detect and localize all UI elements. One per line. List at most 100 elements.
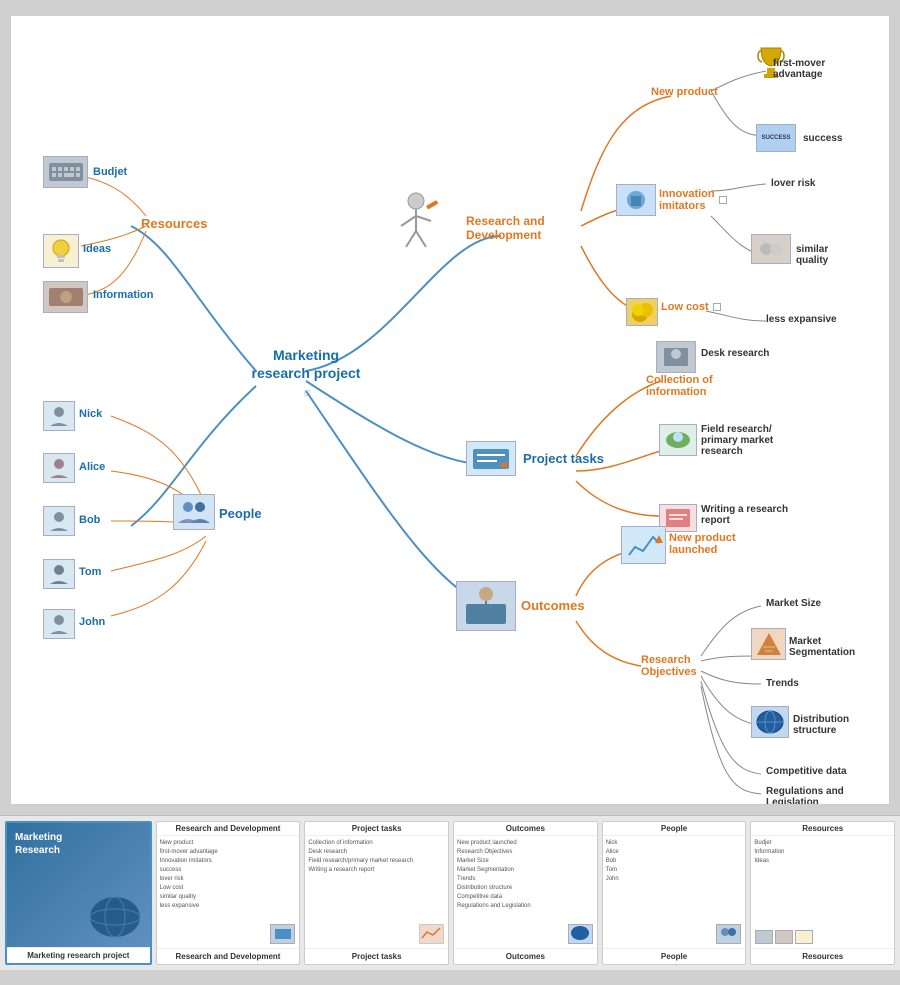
thumb6-footer: Resources [751, 948, 894, 964]
collection-node[interactable]: Collection ofinformation [646, 374, 713, 398]
thumb-card-3[interactable]: Project tasks Collection of information … [304, 821, 449, 965]
budjet-node[interactable]: Budjet [93, 166, 127, 178]
npl-label: New productlaunched [669, 532, 736, 556]
market-seg-image [751, 628, 786, 660]
success-image: SUCCESS [756, 124, 796, 152]
low-cost-node[interactable]: Low cost [661, 301, 721, 313]
first-mover-label: first-moveradvantage [773, 58, 825, 80]
trends-label: Trends [766, 678, 799, 689]
regulations-node[interactable]: Regulations and Legislation [766, 786, 889, 805]
thumb5-content: Nick Alice Bob Tom John [603, 836, 746, 948]
center-expand-icon: □ [305, 388, 310, 398]
mind-map-canvas: Marketing research project □ Research an… [10, 15, 890, 805]
john-label: John [79, 616, 105, 628]
first-mover-node[interactable]: first-moveradvantage [773, 58, 825, 80]
thumb6-content: Budjet Information Ideas [751, 836, 894, 948]
distribution-node[interactable]: Distributionstructure [793, 714, 849, 736]
less-expansive-label: less expansive [766, 314, 837, 325]
ideas-node[interactable]: Ideas [83, 243, 111, 255]
distribution-label: Distributionstructure [793, 714, 849, 736]
research-objectives-node[interactable]: ResearchObjectives [641, 654, 697, 678]
nick-label: Nick [79, 408, 102, 420]
people-label: People [219, 506, 262, 521]
thumb5-title: People [603, 822, 746, 836]
similar-quality-node[interactable]: similarquality [796, 244, 828, 266]
thumb2-content: New product first-mover advantage Innova… [157, 836, 300, 948]
thumb3-footer: Project tasks [305, 948, 448, 964]
thumb-card-5[interactable]: People Nick Alice Bob Tom John People [602, 821, 747, 965]
new-product-label: New product [651, 86, 718, 98]
success-node[interactable]: success [803, 133, 842, 144]
new-product-launched-node[interactable]: New productlaunched [669, 532, 736, 556]
tom-image [43, 559, 75, 589]
innovation-node[interactable]: Innovationimitators [659, 188, 727, 212]
new-product-node[interactable]: New product [651, 86, 718, 98]
information-node[interactable]: Information [93, 289, 154, 301]
less-expansive-node[interactable]: less expansive [766, 314, 837, 325]
field-research-image [659, 424, 697, 456]
similar-quality-label: similarquality [796, 244, 828, 266]
thumb5-footer: People [603, 948, 746, 964]
npl-image [621, 526, 666, 564]
outcomes-label: Outcomes [521, 598, 585, 613]
field-research-label: Field research/primary marketresearch [701, 424, 773, 457]
budjet-image [43, 156, 88, 188]
thumb-card-2[interactable]: Research and Development New product fir… [156, 821, 301, 965]
market-seg-node[interactable]: MarketSegmentation [789, 636, 855, 658]
project-tasks-label: Project tasks [523, 451, 604, 466]
thumb3-content: Collection of information Desk research … [305, 836, 448, 948]
rd-figure-image [391, 191, 441, 251]
thumb4-content: New product launched Research Objectives… [454, 836, 597, 948]
bob-label: Bob [79, 514, 100, 526]
project-tasks-node[interactable]: Project tasks [523, 451, 604, 466]
desk-research-node[interactable]: Desk research [701, 348, 769, 359]
alice-label: Alice [79, 461, 105, 473]
rd-node[interactable]: Research andDevelopment [466, 214, 545, 242]
thumb3-title: Project tasks [305, 822, 448, 836]
bob-node[interactable]: Bob [79, 514, 100, 526]
innovation-label: Innovationimitators [659, 188, 715, 212]
alice-node[interactable]: Alice [79, 461, 105, 473]
thumb-card-4[interactable]: Outcomes New product launched Research O… [453, 821, 598, 965]
regulations-label: Regulations and Legislation [766, 786, 889, 805]
thumb-card-1[interactable]: MarketingResearch Marketing research pro… [5, 821, 152, 965]
competitive-node[interactable]: Competitive data [766, 766, 847, 777]
center-label: Marketing research project [252, 347, 361, 381]
thumb1-title: MarketingResearch [15, 831, 62, 857]
innovation-image [616, 184, 656, 216]
tom-node[interactable]: Tom [79, 566, 101, 578]
ideas-label: Ideas [83, 243, 111, 255]
success-label: success [803, 133, 842, 144]
tom-label: Tom [79, 566, 101, 578]
resources-node[interactable]: Resources [141, 216, 207, 231]
thumbnail-strip: MarketingResearch Marketing research pro… [0, 815, 900, 970]
writing-node[interactable]: Writing a researchreport [701, 504, 788, 526]
rd-label: Research andDevelopment [466, 214, 545, 242]
information-image [43, 281, 88, 313]
people-group-image [173, 494, 215, 530]
market-size-label: Market Size [766, 598, 821, 609]
field-research-node[interactable]: Field research/primary marketresearch [701, 424, 773, 457]
thumb1-footer: Marketing research project [7, 947, 150, 963]
thumb4-footer: Outcomes [454, 948, 597, 964]
low-cost-label: Low cost [661, 301, 709, 313]
thumb-card-6[interactable]: Resources Budjet Information Ideas Resou… [750, 821, 895, 965]
nick-node[interactable]: Nick [79, 408, 102, 420]
similar-quality-image [751, 234, 791, 264]
outcomes-node[interactable]: Outcomes [521, 598, 585, 613]
people-node[interactable]: People [219, 506, 262, 521]
alice-image [43, 453, 75, 483]
trends-node[interactable]: Trends [766, 678, 799, 689]
market-size-node[interactable]: Market Size [766, 598, 821, 609]
ideas-image [43, 234, 79, 268]
center-node[interactable]: Marketing research project □ [251, 346, 361, 401]
thumb4-title: Outcomes [454, 822, 597, 836]
john-image [43, 609, 75, 639]
outcomes-image [456, 581, 516, 631]
information-label: Information [93, 289, 154, 301]
lover-risk-label: lover risk [771, 178, 815, 189]
lover-risk-node[interactable]: lover risk [771, 178, 815, 189]
market-seg-label: MarketSegmentation [789, 636, 855, 658]
john-node[interactable]: John [79, 616, 105, 628]
desk-research-label: Desk research [701, 348, 769, 359]
